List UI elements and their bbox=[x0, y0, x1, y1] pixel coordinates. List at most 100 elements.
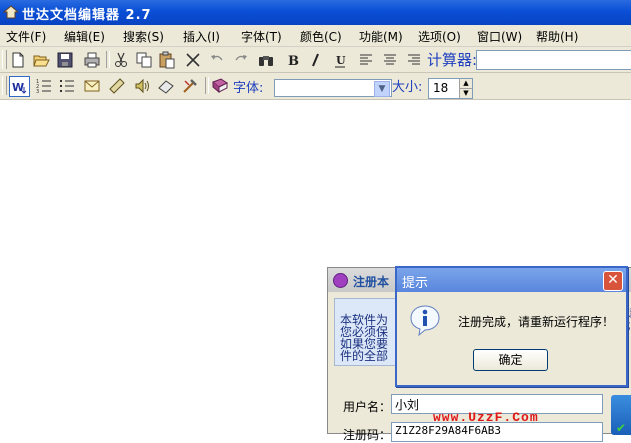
tools-icon bbox=[183, 79, 197, 93]
new-file-button[interactable] bbox=[8, 50, 28, 70]
menu-options[interactable]: 选项(O) bbox=[418, 28, 461, 45]
save-button[interactable] bbox=[55, 50, 75, 70]
bold-button[interactable]: B bbox=[283, 50, 303, 70]
envelope-icon bbox=[84, 80, 100, 92]
italic-button[interactable] bbox=[306, 50, 326, 70]
scissors-icon bbox=[115, 52, 127, 67]
toolbar-grip[interactable] bbox=[2, 50, 7, 69]
watermark-text: www.UzzF.Com bbox=[433, 410, 539, 425]
book-button[interactable] bbox=[210, 76, 230, 96]
align-center-icon bbox=[384, 54, 396, 65]
speaker-icon bbox=[135, 78, 149, 94]
menu-color[interactable]: 颜色(C) bbox=[300, 28, 342, 45]
delete-button[interactable] bbox=[183, 50, 203, 70]
menu-bar: 文件(F) 编辑(E) 搜索(S) 插入(I) 字体(T) 颜色(C) 功能(M… bbox=[0, 25, 631, 47]
new-file-icon bbox=[12, 52, 24, 68]
calculator-input[interactable] bbox=[476, 50, 631, 70]
svg-text:W: W bbox=[12, 81, 24, 94]
binoculars-icon bbox=[259, 56, 273, 66]
register-confirm-button[interactable]: ✔ bbox=[611, 395, 631, 435]
info-dialog: 提示 ✕ 注册完成，请重新运行程序！ 确定 bbox=[395, 266, 628, 387]
italic-icon bbox=[312, 53, 319, 67]
font-size-stepper[interactable]: 18 ▲ ▼ bbox=[428, 78, 473, 99]
menu-edit[interactable]: 编辑(E) bbox=[64, 28, 105, 45]
menu-font[interactable]: 字体(T) bbox=[241, 28, 282, 45]
font-size-value: 18 bbox=[433, 81, 449, 95]
calculator-label: 计算器: bbox=[427, 51, 478, 69]
register-code-value: Z1Z28F29A84F6AB3 bbox=[395, 424, 501, 437]
bullet-list-button[interactable] bbox=[57, 76, 77, 96]
menu-file[interactable]: 文件(F) bbox=[6, 28, 46, 45]
size-label: 大小: bbox=[392, 80, 423, 95]
bullet-list-icon bbox=[60, 80, 74, 92]
close-icon bbox=[186, 53, 200, 67]
printer-icon bbox=[84, 52, 100, 68]
register-title: 注册本 bbox=[353, 275, 390, 289]
standard-toolbar: B U 计算器: bbox=[0, 47, 631, 73]
eraser-icon bbox=[158, 80, 174, 94]
open-folder-icon bbox=[33, 55, 50, 67]
svg-text:3: 3 bbox=[36, 89, 39, 95]
align-left-icon bbox=[360, 54, 372, 65]
register-code-input[interactable]: Z1Z28F29A84F6AB3 bbox=[391, 422, 603, 442]
print-button[interactable] bbox=[82, 50, 102, 70]
checkmark-icon: ✔ bbox=[616, 421, 627, 435]
tools-button[interactable] bbox=[180, 76, 200, 96]
ruler-icon bbox=[109, 78, 125, 94]
info-icon bbox=[410, 305, 440, 336]
undo-button[interactable] bbox=[207, 50, 227, 70]
menu-help[interactable]: 帮助(H) bbox=[536, 28, 578, 45]
word-wrap-button[interactable]: W bbox=[9, 76, 30, 97]
speak-button[interactable] bbox=[132, 76, 152, 96]
redo-button[interactable] bbox=[231, 50, 251, 70]
toolbar-grip[interactable] bbox=[2, 76, 7, 95]
menu-search[interactable]: 搜索(S) bbox=[123, 28, 164, 45]
svg-text:U: U bbox=[336, 54, 346, 67]
paste-button[interactable] bbox=[157, 50, 177, 70]
eraser-button[interactable] bbox=[156, 76, 176, 96]
numbered-list-button[interactable]: 123 bbox=[34, 76, 54, 96]
align-right-button[interactable] bbox=[404, 50, 424, 70]
register-code-label: 注册码： bbox=[343, 428, 392, 442]
word-wrap-icon: W bbox=[12, 81, 27, 94]
find-button[interactable] bbox=[256, 50, 276, 70]
undo-icon bbox=[211, 55, 223, 61]
app-icon bbox=[3, 5, 19, 19]
bold-icon: B bbox=[288, 54, 299, 69]
spin-up-icon[interactable]: ▲ bbox=[460, 79, 472, 89]
toolbar-separator bbox=[106, 51, 110, 68]
underline-button[interactable]: U bbox=[330, 50, 350, 70]
ruler-button[interactable] bbox=[107, 76, 127, 96]
chevron-down-icon[interactable]: ▼ bbox=[374, 81, 390, 97]
dialog-message: 注册完成，请重新运行程序！ bbox=[458, 315, 615, 329]
menu-insert[interactable]: 插入(I) bbox=[183, 28, 220, 45]
font-label: 字体: bbox=[233, 81, 264, 96]
title-bar: 世达文档编辑器 2.7 bbox=[0, 0, 631, 25]
underline-icon: U bbox=[335, 54, 346, 68]
svg-text:B: B bbox=[288, 54, 299, 69]
align-center-button[interactable] bbox=[380, 50, 400, 70]
email-button[interactable] bbox=[82, 76, 102, 96]
menu-function[interactable]: 功能(M) bbox=[359, 28, 403, 45]
register-info-line: 件的全部 bbox=[340, 349, 389, 363]
save-icon bbox=[57, 52, 73, 68]
numbered-list-icon: 123 bbox=[36, 79, 51, 95]
toolbar-separator bbox=[205, 77, 209, 94]
menu-window[interactable]: 窗口(W) bbox=[477, 28, 522, 45]
open-file-button[interactable] bbox=[31, 50, 51, 70]
dialog-title: 提示 bbox=[402, 276, 429, 291]
align-left-button[interactable] bbox=[356, 50, 376, 70]
font-select[interactable]: ▼ bbox=[274, 79, 392, 97]
spin-down-icon[interactable]: ▼ bbox=[460, 89, 472, 98]
username-label: 用户名： bbox=[343, 400, 392, 414]
copy-icon bbox=[136, 52, 152, 68]
dialog-close-button[interactable]: ✕ bbox=[603, 271, 623, 291]
align-right-icon bbox=[408, 54, 420, 65]
cut-button[interactable] bbox=[111, 50, 131, 70]
book-icon bbox=[212, 78, 228, 94]
register-window-icon bbox=[333, 273, 348, 288]
dialog-title-bar: 提示 ✕ bbox=[397, 268, 626, 292]
ok-button[interactable]: 确定 bbox=[473, 349, 548, 371]
window-title: 世达文档编辑器 2.7 bbox=[22, 8, 152, 23]
copy-button[interactable] bbox=[134, 50, 154, 70]
